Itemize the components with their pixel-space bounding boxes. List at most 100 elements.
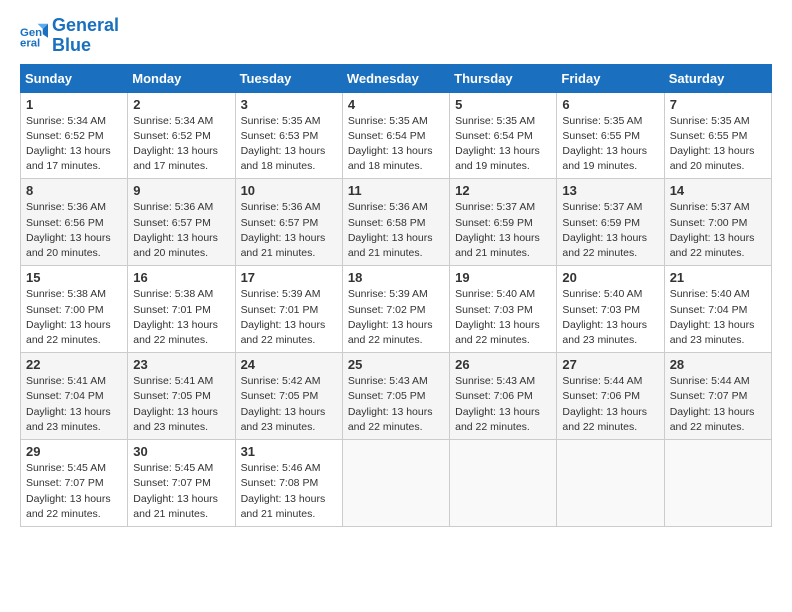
day-number: 22: [26, 357, 122, 372]
day-info: Sunrise: 5:35 AM Sunset: 6:54 PM Dayligh…: [455, 114, 551, 175]
calendar-cell: 6 Sunrise: 5:35 AM Sunset: 6:55 PM Dayli…: [557, 92, 664, 179]
day-info: Sunrise: 5:44 AM Sunset: 7:06 PM Dayligh…: [562, 374, 658, 435]
sunset-label: Sunset: 7:04 PM: [26, 390, 104, 402]
daylight-label: Daylight: 13 hours and 19 minutes.: [455, 145, 540, 172]
day-info: Sunrise: 5:35 AM Sunset: 6:53 PM Dayligh…: [241, 114, 337, 175]
daylight-label: Daylight: 13 hours and 23 minutes.: [26, 406, 111, 433]
day-number: 3: [241, 97, 337, 112]
calendar-table: SundayMondayTuesdayWednesdayThursdayFrid…: [20, 64, 772, 527]
logo-icon: Gen eral: [20, 22, 48, 50]
sunrise-label: Sunrise: 5:39 AM: [348, 288, 428, 300]
day-info: Sunrise: 5:37 AM Sunset: 7:00 PM Dayligh…: [670, 200, 766, 261]
day-number: 1: [26, 97, 122, 112]
sunset-label: Sunset: 7:00 PM: [670, 217, 748, 229]
calendar-cell: 18 Sunrise: 5:39 AM Sunset: 7:02 PM Dayl…: [342, 266, 449, 353]
daylight-label: Daylight: 13 hours and 23 minutes.: [562, 319, 647, 346]
day-number: 7: [670, 97, 766, 112]
day-number: 2: [133, 97, 229, 112]
day-info: Sunrise: 5:36 AM Sunset: 6:56 PM Dayligh…: [26, 200, 122, 261]
sunrise-label: Sunrise: 5:45 AM: [26, 462, 106, 474]
day-info: Sunrise: 5:38 AM Sunset: 7:01 PM Dayligh…: [133, 287, 229, 348]
calendar-cell: 10 Sunrise: 5:36 AM Sunset: 6:57 PM Dayl…: [235, 179, 342, 266]
sunrise-label: Sunrise: 5:46 AM: [241, 462, 321, 474]
calendar-cell: 19 Sunrise: 5:40 AM Sunset: 7:03 PM Dayl…: [450, 266, 557, 353]
day-number: 27: [562, 357, 658, 372]
sunrise-label: Sunrise: 5:36 AM: [348, 201, 428, 213]
sunset-label: Sunset: 7:04 PM: [670, 304, 748, 316]
sunrise-label: Sunrise: 5:42 AM: [241, 375, 321, 387]
svg-text:eral: eral: [20, 37, 40, 49]
calendar-cell: 21 Sunrise: 5:40 AM Sunset: 7:04 PM Dayl…: [664, 266, 771, 353]
calendar-week-3: 15 Sunrise: 5:38 AM Sunset: 7:00 PM Dayl…: [21, 266, 772, 353]
day-info: Sunrise: 5:45 AM Sunset: 7:07 PM Dayligh…: [26, 461, 122, 522]
day-number: 19: [455, 270, 551, 285]
calendar-cell: 4 Sunrise: 5:35 AM Sunset: 6:54 PM Dayli…: [342, 92, 449, 179]
daylight-label: Daylight: 13 hours and 22 minutes.: [670, 232, 755, 259]
sunset-label: Sunset: 6:52 PM: [26, 130, 104, 142]
calendar-cell: 22 Sunrise: 5:41 AM Sunset: 7:04 PM Dayl…: [21, 353, 128, 440]
day-number: 26: [455, 357, 551, 372]
calendar-cell: 12 Sunrise: 5:37 AM Sunset: 6:59 PM Dayl…: [450, 179, 557, 266]
daylight-label: Daylight: 13 hours and 21 minutes.: [241, 232, 326, 259]
sunset-label: Sunset: 7:02 PM: [348, 304, 426, 316]
calendar-cell: 26 Sunrise: 5:43 AM Sunset: 7:06 PM Dayl…: [450, 353, 557, 440]
sunrise-label: Sunrise: 5:40 AM: [562, 288, 642, 300]
calendar-week-4: 22 Sunrise: 5:41 AM Sunset: 7:04 PM Dayl…: [21, 353, 772, 440]
calendar-cell: 15 Sunrise: 5:38 AM Sunset: 7:00 PM Dayl…: [21, 266, 128, 353]
calendar-cell: 9 Sunrise: 5:36 AM Sunset: 6:57 PM Dayli…: [128, 179, 235, 266]
day-info: Sunrise: 5:45 AM Sunset: 7:07 PM Dayligh…: [133, 461, 229, 522]
daylight-label: Daylight: 13 hours and 20 minutes.: [670, 145, 755, 172]
day-info: Sunrise: 5:36 AM Sunset: 6:57 PM Dayligh…: [133, 200, 229, 261]
sunset-label: Sunset: 7:07 PM: [670, 390, 748, 402]
sunrise-label: Sunrise: 5:40 AM: [670, 288, 750, 300]
calendar-cell: [450, 440, 557, 527]
calendar-cell: 1 Sunrise: 5:34 AM Sunset: 6:52 PM Dayli…: [21, 92, 128, 179]
sunrise-label: Sunrise: 5:41 AM: [26, 375, 106, 387]
day-info: Sunrise: 5:40 AM Sunset: 7:03 PM Dayligh…: [455, 287, 551, 348]
day-number: 9: [133, 183, 229, 198]
daylight-label: Daylight: 13 hours and 22 minutes.: [26, 319, 111, 346]
sunset-label: Sunset: 7:03 PM: [455, 304, 533, 316]
calendar-cell: 7 Sunrise: 5:35 AM Sunset: 6:55 PM Dayli…: [664, 92, 771, 179]
sunrise-label: Sunrise: 5:35 AM: [562, 115, 642, 127]
calendar-cell: 30 Sunrise: 5:45 AM Sunset: 7:07 PM Dayl…: [128, 440, 235, 527]
daylight-label: Daylight: 13 hours and 22 minutes.: [455, 406, 540, 433]
daylight-label: Daylight: 13 hours and 22 minutes.: [562, 232, 647, 259]
day-number: 17: [241, 270, 337, 285]
daylight-label: Daylight: 13 hours and 22 minutes.: [670, 406, 755, 433]
sunset-label: Sunset: 7:01 PM: [133, 304, 211, 316]
day-info: Sunrise: 5:34 AM Sunset: 6:52 PM Dayligh…: [26, 114, 122, 175]
day-info: Sunrise: 5:35 AM Sunset: 6:54 PM Dayligh…: [348, 114, 444, 175]
sunset-label: Sunset: 7:00 PM: [26, 304, 104, 316]
sunset-label: Sunset: 6:53 PM: [241, 130, 319, 142]
page-header: Gen eral General Blue: [20, 16, 772, 56]
day-info: Sunrise: 5:42 AM Sunset: 7:05 PM Dayligh…: [241, 374, 337, 435]
day-number: 20: [562, 270, 658, 285]
day-number: 23: [133, 357, 229, 372]
sunrise-label: Sunrise: 5:45 AM: [133, 462, 213, 474]
sunset-label: Sunset: 6:55 PM: [562, 130, 640, 142]
sunrise-label: Sunrise: 5:37 AM: [670, 201, 750, 213]
sunset-label: Sunset: 7:07 PM: [26, 477, 104, 489]
sunrise-label: Sunrise: 5:44 AM: [670, 375, 750, 387]
sunrise-label: Sunrise: 5:37 AM: [562, 201, 642, 213]
calendar-cell: 20 Sunrise: 5:40 AM Sunset: 7:03 PM Dayl…: [557, 266, 664, 353]
day-info: Sunrise: 5:44 AM Sunset: 7:07 PM Dayligh…: [670, 374, 766, 435]
sunrise-label: Sunrise: 5:38 AM: [133, 288, 213, 300]
day-number: 28: [670, 357, 766, 372]
calendar-cell: 2 Sunrise: 5:34 AM Sunset: 6:52 PM Dayli…: [128, 92, 235, 179]
day-info: Sunrise: 5:39 AM Sunset: 7:02 PM Dayligh…: [348, 287, 444, 348]
sunset-label: Sunset: 7:06 PM: [562, 390, 640, 402]
calendar-header-row: SundayMondayTuesdayWednesdayThursdayFrid…: [21, 64, 772, 92]
calendar-cell: 8 Sunrise: 5:36 AM Sunset: 6:56 PM Dayli…: [21, 179, 128, 266]
calendar-cell: 24 Sunrise: 5:42 AM Sunset: 7:05 PM Dayl…: [235, 353, 342, 440]
day-number: 30: [133, 444, 229, 459]
sunrise-label: Sunrise: 5:34 AM: [26, 115, 106, 127]
sunrise-label: Sunrise: 5:38 AM: [26, 288, 106, 300]
calendar-week-1: 1 Sunrise: 5:34 AM Sunset: 6:52 PM Dayli…: [21, 92, 772, 179]
sunrise-label: Sunrise: 5:35 AM: [455, 115, 535, 127]
calendar-cell: 3 Sunrise: 5:35 AM Sunset: 6:53 PM Dayli…: [235, 92, 342, 179]
day-info: Sunrise: 5:35 AM Sunset: 6:55 PM Dayligh…: [670, 114, 766, 175]
calendar-cell: [342, 440, 449, 527]
day-number: 12: [455, 183, 551, 198]
